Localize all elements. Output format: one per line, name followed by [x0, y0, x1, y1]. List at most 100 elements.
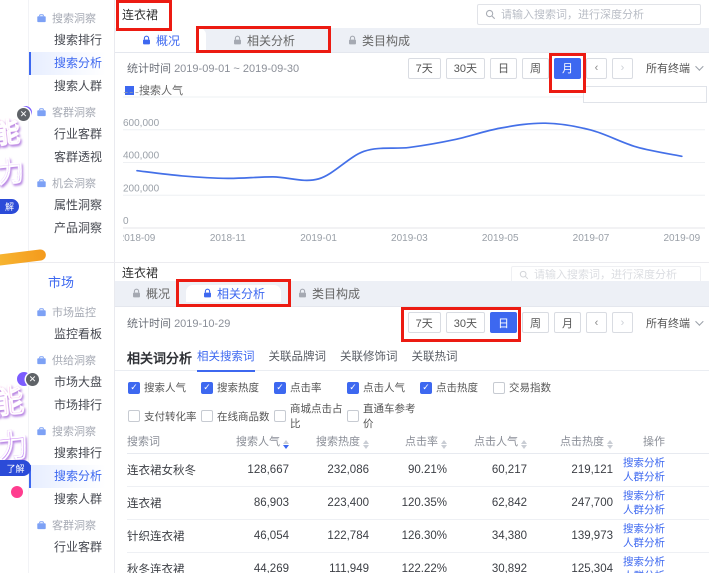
filter-ztc-reference-price[interactable]: 直通车参考价: [347, 401, 420, 431]
filter-click-popularity[interactable]: 点击人气: [347, 379, 420, 396]
search-input[interactable]: [501, 9, 693, 21]
sidebar-group-label: 搜索洞察: [52, 423, 96, 439]
related-keywords-table: 搜索词 搜索人气 搜索热度 点击率 点击人气 点击热度 操作 连衣裙女秋冬 12…: [127, 429, 709, 573]
tab-overview[interactable]: 概况: [115, 281, 186, 306]
sidebar-item-search-ranking[interactable]: 搜索排行: [28, 29, 114, 52]
stats-row-bottom: 统计时间 2019-10-29 7天 30天 日 周 月 ‹ › 所有终端: [115, 307, 709, 338]
range-month-button[interactable]: 月: [554, 58, 581, 79]
sidebar-item-industry-customers[interactable]: 行业客群: [28, 536, 114, 559]
filter-search-heat[interactable]: 搜索热度: [201, 379, 274, 396]
date-range-controls: 7天 30天 日 周 月 ‹ › 所有终端: [408, 312, 701, 333]
col-header-click-rate[interactable]: 点击率: [369, 429, 447, 453]
next-arrow-button[interactable]: ›: [612, 58, 633, 79]
svg-text:2019-01: 2019-01: [300, 233, 337, 244]
checkbox-icon: [347, 382, 359, 394]
search-analysis-link[interactable]: 搜索分析: [613, 522, 665, 536]
next-arrow-button[interactable]: ›: [612, 312, 633, 333]
crowd-analysis-link[interactable]: 人群分析: [613, 503, 665, 517]
sidebar-item-search-crowd[interactable]: 搜索人群: [28, 488, 114, 511]
lock-icon: [347, 35, 358, 46]
range-30d-button[interactable]: 30天: [446, 312, 485, 333]
close-icon[interactable]: ✕: [17, 108, 30, 121]
filter-mall-click-share[interactable]: 商城点击占比: [274, 401, 347, 431]
sidebar-item-market-overview[interactable]: 市场大盘: [28, 371, 114, 394]
svg-text:0: 0: [123, 216, 129, 227]
tab-related-analysis[interactable]: 相关分析: [186, 285, 281, 302]
table-header-row: 搜索词 搜索人气 搜索热度 点击率 点击人气 点击热度 操作: [127, 429, 709, 453]
sidebar-item-search-analysis[interactable]: 搜索分析: [28, 465, 114, 488]
subtab-related-modifier-words[interactable]: 关联修饰词: [340, 348, 398, 366]
search-analysis-link[interactable]: 搜索分析: [613, 489, 665, 503]
crowd-analysis-link[interactable]: 人群分析: [613, 536, 665, 550]
sidebar-item-search-ranking[interactable]: 搜索排行: [28, 442, 114, 465]
prev-arrow-button[interactable]: ‹: [586, 58, 607, 79]
search-input[interactable]: [534, 269, 693, 281]
subtab-related-search-words[interactable]: 相关搜索词: [197, 348, 255, 366]
sidebar-item-market-ranking[interactable]: 市场排行: [28, 394, 114, 417]
tab-related-analysis[interactable]: 相关分析: [206, 32, 321, 49]
col-header-click-heat[interactable]: 点击热度: [527, 429, 613, 453]
svg-text:400,000: 400,000: [123, 151, 160, 162]
sort-icon[interactable]: [441, 440, 447, 449]
range-week-button[interactable]: 周: [522, 312, 549, 333]
sort-icon[interactable]: [283, 440, 289, 449]
subtab-related-hot-words[interactable]: 关联热词: [412, 348, 458, 366]
filter-click-rate[interactable]: 点击率: [274, 379, 347, 396]
crowd-analysis-link[interactable]: 人群分析: [613, 470, 665, 484]
checkbox-icon: [274, 410, 286, 422]
sort-icon[interactable]: [363, 440, 369, 449]
search-analysis-link[interactable]: 搜索分析: [613, 456, 665, 470]
sidebar-group-label: 机会洞察: [52, 175, 96, 191]
keyword-row: 连衣裙: [115, 263, 709, 281]
crowd-analysis-link[interactable]: 人群分析: [613, 569, 665, 573]
sidebar-item-product-insight[interactable]: 产品洞察: [28, 217, 114, 240]
filter-payment-conversion[interactable]: 支付转化率: [128, 401, 201, 431]
panel-related-analysis: 市场 市场监控 监控看板 供给洞察 市场大盘 市场排行 搜索洞察 搜索排行 搜索…: [0, 262, 709, 573]
sidebar-item-search-crowd[interactable]: 搜索人群: [28, 75, 114, 98]
col-header-search-heat[interactable]: 搜索热度: [289, 429, 369, 453]
sidebar-group-label: 搜索洞察: [52, 10, 96, 26]
filter-online-products[interactable]: 在线商品数: [201, 401, 274, 431]
table-row: 连衣裙 86,903 223,400 120.35% 62,842 247,70…: [127, 486, 709, 519]
sidebar-item-attribute-insight[interactable]: 属性洞察: [28, 194, 114, 217]
filter-search-popularity[interactable]: 搜索人气: [128, 379, 201, 396]
lock-icon: [202, 288, 213, 299]
range-7d-button[interactable]: 7天: [408, 58, 441, 79]
sort-icon[interactable]: [521, 440, 527, 449]
sidebar-group-search-insight: 搜索洞察: [28, 7, 114, 29]
lock-icon: [297, 288, 308, 299]
stats-row-top: 统计时间 2019-09-01 ~ 2019-09-30 7天 30天 日 周 …: [115, 53, 709, 83]
sidebar-item-search-analysis[interactable]: 搜索分析: [28, 52, 114, 75]
sidebar-item-monitor-board[interactable]: 监控看板: [28, 323, 114, 346]
close-icon[interactable]: ✕: [26, 373, 39, 386]
terminal-select[interactable]: 所有终端: [646, 60, 701, 76]
checkbox-icon: [201, 382, 213, 394]
checkbox-icon: [128, 410, 140, 422]
sidebar-item-customer-perspective[interactable]: 客群透视: [28, 146, 114, 169]
tab-category-composition[interactable]: 类目构成: [321, 28, 436, 52]
cell-keyword: 秋冬连衣裙: [127, 552, 219, 573]
trend-chart: 0200,000400,000600,000800,0002018-092018…: [123, 92, 707, 246]
terminal-select[interactable]: 所有终端: [646, 315, 701, 331]
related-words-section-header: 相关词分析 相关搜索词 关联品牌词 关联修饰词 关联热词: [115, 344, 709, 371]
tab-category-composition[interactable]: 类目构成: [281, 281, 376, 306]
range-30d-button[interactable]: 30天: [446, 58, 485, 79]
range-day-button[interactable]: 日: [490, 58, 517, 79]
range-7d-button[interactable]: 7天: [408, 312, 441, 333]
range-month-button[interactable]: 月: [554, 312, 581, 333]
cell-keyword: 连衣裙: [127, 486, 219, 519]
sidebar-item-industry-customers[interactable]: 行业客群: [28, 123, 114, 146]
search-analysis-link[interactable]: 搜索分析: [613, 555, 665, 569]
range-day-button[interactable]: 日: [490, 312, 517, 333]
subtab-related-brand-words[interactable]: 关联品牌词: [269, 348, 327, 366]
col-header-click-popularity[interactable]: 点击人气: [447, 429, 527, 453]
col-header-search-popularity[interactable]: 搜索人气: [219, 429, 289, 453]
sidebar-group-supply-insight: 供给洞察: [28, 349, 114, 371]
prev-arrow-button[interactable]: ‹: [586, 312, 607, 333]
page: 搜索洞察 搜索排行 搜索分析 搜索人群 客群洞察 行业客群 客群透视 机会洞察 …: [0, 0, 709, 573]
range-week-button[interactable]: 周: [522, 58, 549, 79]
filter-transaction-index[interactable]: 交易指数: [493, 379, 566, 396]
sort-icon[interactable]: [607, 440, 613, 449]
tab-overview[interactable]: 概况: [115, 28, 206, 52]
filter-click-heat[interactable]: 点击热度: [420, 379, 493, 396]
